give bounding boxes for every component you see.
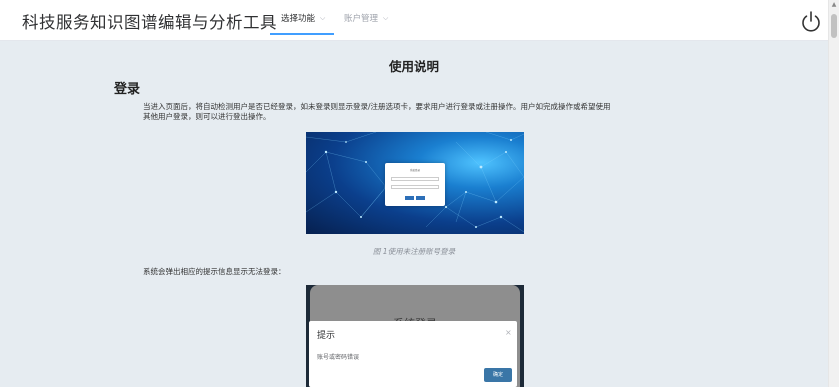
figure-1-caption: 图 1使用未注册账号登录 [372,247,456,256]
dialog-message: 账号或密码错误 [317,354,360,361]
close-icon: × [505,328,512,337]
nav-account-management-label: 账户管理 [344,14,379,24]
error-dialog: 提示 × 账号或密码错误 确定 [309,321,517,387]
login-description: 当进入页面后，将自动检测用户是否已经登录，如未登录则显示登录/注册选项卡，要求用… [143,102,703,122]
app-title: 科技服务知识图谱编辑与分析工具 [22,13,277,32]
nav-select-function[interactable]: 选择功能 ⌵ [281,12,326,25]
section-heading-login: 登录 [114,82,141,97]
chevron-down-icon: ⌵ [383,13,389,22]
dialog-title: 提示 [317,331,336,341]
scrollbar-thumb[interactable] [831,14,837,38]
mini-username-field [391,177,439,181]
mini-login-card: 系统登录 [385,163,445,206]
mini-password-field [391,185,439,189]
mini-login-title: 系统登录 [409,169,420,172]
mini-register-button [416,196,425,200]
login-description-line-1: 当进入页面后，将自动检测用户是否已经登录，如未登录则显示登录/注册选项卡，要求用… [143,102,611,111]
top-navbar: 科技服务知识图谱编辑与分析工具 选择功能 ⌵ 账户管理 ⌵ [0,0,828,41]
mini-login-button [405,196,414,200]
scroll-up-arrow-icon[interactable]: ▲ [829,0,839,10]
chevron-down-icon: ⌵ [320,13,326,22]
figure-error-dialog-screenshot: 系统登录 提示 × 账号或密码错误 确定 [306,285,524,387]
dialog-ok-button: 确定 [484,368,512,382]
power-icon[interactable] [800,9,822,33]
nav-account-management[interactable]: 账户管理 ⌵ [344,12,389,25]
vertical-scrollbar[interactable]: ▲ [828,0,839,387]
page-title: 使用说明 [388,59,439,74]
error-prompt-description: 系统会弹出相应的提示信息显示无法登录： [143,267,286,276]
main-content: 使用说明 登录 当进入页面后，将自动检测用户是否已经登录，如未登录则显示登录/注… [0,42,828,387]
nav-select-function-label: 选择功能 [281,14,316,24]
login-description-line-2: 其他用户登录，则可以进行登出操作。 [143,112,271,121]
active-nav-indicator [270,33,334,35]
figure-login-screenshot: 系统登录 [306,132,524,234]
